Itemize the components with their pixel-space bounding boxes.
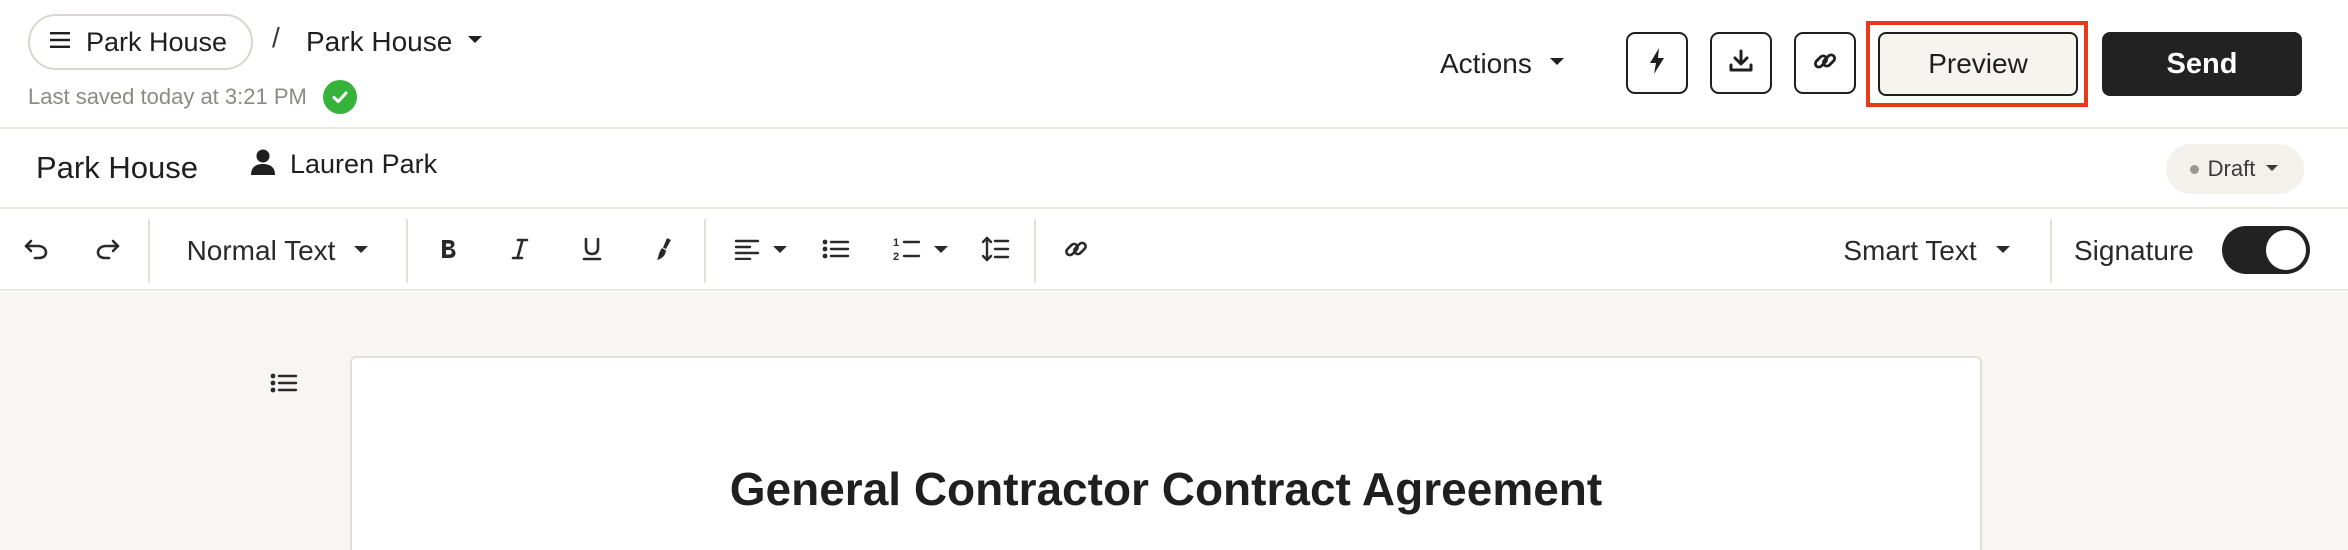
chevron-down-icon (466, 33, 484, 51)
bold-button[interactable] (428, 211, 468, 291)
underline-icon (581, 236, 603, 267)
download-button[interactable] (1710, 32, 1772, 94)
outline-toggle-button[interactable] (270, 372, 298, 399)
chevron-down-icon (2264, 160, 2280, 178)
underline-button[interactable] (572, 211, 612, 291)
download-icon (1728, 48, 1754, 79)
document-name-label: Park House (306, 26, 453, 57)
paintbrush-icon (653, 236, 675, 267)
send-button[interactable]: Send (2102, 32, 2302, 96)
actions-dropdown[interactable]: Actions (1440, 36, 1566, 92)
toolbar-divider (1034, 219, 1036, 283)
chevron-down-icon (1548, 55, 1566, 73)
toolbar-divider (2050, 219, 2052, 283)
undo-icon (23, 238, 49, 265)
link-icon (1812, 48, 1838, 79)
document-title: Park House (36, 150, 198, 185)
toolbar-divider (406, 219, 408, 283)
breadcrumb-separator: / (272, 22, 280, 53)
alignment-dropdown[interactable] (726, 211, 796, 291)
text-style-label: Normal Text (186, 235, 336, 266)
text-style-dropdown[interactable]: Normal Text (180, 211, 376, 291)
insert-link-button[interactable] (1056, 211, 1096, 291)
chevron-down-icon (772, 242, 788, 260)
format-painter-button[interactable] (644, 211, 684, 291)
document-name-dropdown[interactable]: Park House (306, 14, 484, 70)
owner-name: Lauren Park (290, 149, 438, 179)
preview-button[interactable]: Preview (1878, 32, 2078, 96)
person-icon (250, 148, 276, 181)
document-owner[interactable]: Lauren Park (250, 148, 437, 181)
formatting-toolbar: Normal Text 1 2 Smart Text Signature (0, 211, 2348, 291)
bold-icon (438, 237, 458, 266)
smart-text-dropdown[interactable]: Smart Text (1834, 211, 2020, 291)
chevron-down-icon (353, 242, 369, 260)
toggle-knob (2266, 230, 2306, 270)
menu-pill-button[interactable]: Park House (28, 14, 254, 70)
chevron-down-icon (933, 242, 949, 260)
top-bar: Park House / Park House Last saved today… (0, 0, 2348, 129)
svg-text:1: 1 (893, 237, 899, 249)
redo-icon (95, 238, 121, 265)
signature-label: Signature (2074, 235, 2194, 266)
undo-button[interactable] (16, 211, 56, 291)
status-badge[interactable]: Draft (2166, 144, 2304, 194)
document-page[interactable]: General Contractor Contract Agreement (350, 356, 1982, 550)
automation-button[interactable] (1626, 32, 1688, 94)
smart-text-label: Smart Text (1843, 235, 1977, 266)
document-header: Park House Lauren Park Draft (0, 130, 2348, 209)
status-label: Draft (2207, 156, 2256, 181)
numbered-list-dropdown[interactable]: 12 (886, 211, 956, 291)
saved-check-icon (322, 80, 357, 114)
align-left-icon (734, 238, 760, 265)
menu-pill-label: Park House (86, 26, 228, 57)
save-status: Last saved today at 3:21 PM (28, 80, 357, 114)
toolbar-divider (704, 219, 706, 283)
toolbar-divider (148, 219, 150, 283)
document-heading[interactable]: General Contractor Contract Agreement (352, 462, 1980, 516)
copy-link-button[interactable] (1794, 32, 1856, 94)
saved-timestamp: Last saved today at 3:21 PM (28, 84, 307, 109)
numbered-list-icon: 12 (893, 236, 921, 267)
signature-toggle[interactable] (2222, 226, 2310, 274)
hamburger-menu-icon (50, 31, 70, 54)
actions-label: Actions (1440, 48, 1532, 79)
line-spacing-icon (981, 236, 1010, 267)
redo-button[interactable] (88, 211, 128, 291)
link-icon (1063, 236, 1089, 267)
chevron-down-icon (1995, 242, 2011, 260)
signature-label-wrap: Signature (2074, 211, 2210, 291)
line-spacing-button[interactable] (976, 211, 1016, 291)
status-dot-icon (2189, 164, 2199, 174)
outline-list-icon (270, 373, 298, 398)
svg-text:2: 2 (893, 251, 899, 262)
italic-button[interactable] (500, 211, 540, 291)
lightning-icon (1646, 47, 1668, 80)
italic-icon (510, 237, 530, 266)
bullet-list-icon (822, 238, 850, 265)
bullet-list-button[interactable] (816, 211, 856, 291)
